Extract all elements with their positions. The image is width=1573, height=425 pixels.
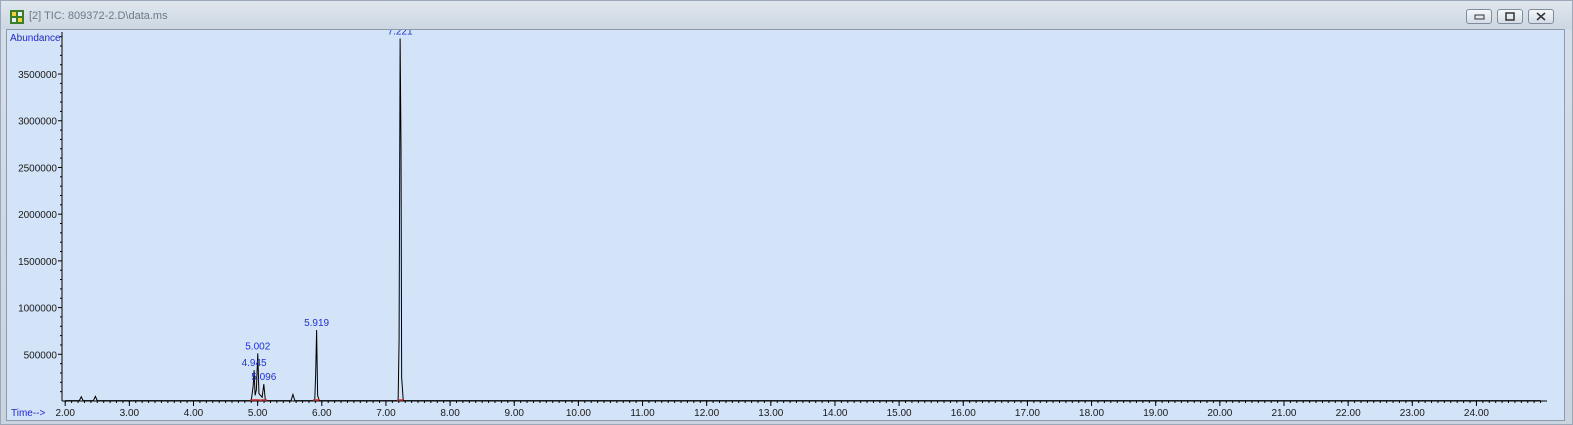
x-tick-label: 16.00 <box>951 408 976 419</box>
title-bar[interactable]: [2] TIC: 809372-2.D\data.ms <box>1 1 1572 29</box>
x-axis-title: Time--> <box>11 408 46 419</box>
x-tick-label: 8.00 <box>440 408 460 419</box>
minimize-icon <box>1474 14 1485 20</box>
app-icon <box>10 10 24 24</box>
minimize-button[interactable] <box>1466 9 1492 24</box>
y-tick-label: 3500000 <box>18 70 57 81</box>
x-tick-label: 17.00 <box>1015 408 1040 419</box>
plot-area[interactable]: Abundance Time--> 500000 1000000 1500000 2000… <box>6 29 1565 421</box>
y-tick-label: 1500000 <box>18 257 57 268</box>
peak-label: 5.002 <box>245 341 270 352</box>
restore-icon <box>1505 12 1515 21</box>
peak-label: 5.919 <box>304 318 329 329</box>
peak-label: 5.096 <box>251 372 276 383</box>
y-tick-label: 3000000 <box>18 117 57 128</box>
restore-button[interactable] <box>1497 9 1523 24</box>
x-tick-label: 12.00 <box>694 408 719 419</box>
close-icon <box>1536 12 1546 21</box>
x-tick-label: 14.00 <box>822 408 847 419</box>
x-tick-label: 3.00 <box>120 408 140 419</box>
x-tick-label: 6.00 <box>312 408 332 419</box>
y-axis-title: Abundance <box>10 33 61 44</box>
x-tick-label: 20.00 <box>1207 408 1232 419</box>
x-tick-label: 23.00 <box>1400 408 1425 419</box>
x-tick-label: 11.00 <box>630 408 655 419</box>
x-tick-label: 19.00 <box>1143 408 1168 419</box>
chromatogram-window: [2] TIC: 809372-2.D\data.ms Abundance Tim… <box>0 0 1573 425</box>
x-tick-label: 15.00 <box>887 408 912 419</box>
y-tick-label: 2000000 <box>18 210 57 221</box>
x-tick-label: 9.00 <box>505 408 525 419</box>
x-tick-label: 22.00 <box>1336 408 1361 419</box>
y-tick-label: 1000000 <box>18 304 57 315</box>
window-title: [2] TIC: 809372-2.D\data.ms <box>29 10 168 22</box>
close-button[interactable] <box>1528 9 1554 24</box>
chromatogram-chart: Abundance Time--> 500000 1000000 1500000 2000… <box>10 30 1547 419</box>
x-tick-label: 18.00 <box>1079 408 1104 419</box>
x-tick-label: 2.00 <box>55 408 75 419</box>
y-tick-label: 500000 <box>24 350 58 361</box>
x-tick-label: 13.00 <box>758 408 783 419</box>
x-tick-label: 7.00 <box>376 408 396 419</box>
y-tick-label: 2500000 <box>18 163 57 174</box>
tic-trace <box>65 38 1541 402</box>
x-tick-label: 21.00 <box>1271 408 1296 419</box>
x-tick-label: 5.00 <box>248 408 268 419</box>
x-tick-label: 10.00 <box>566 408 591 419</box>
peak-label: 7.221 <box>388 30 413 38</box>
x-tick-label: 4.00 <box>184 408 204 419</box>
x-tick-label: 24.00 <box>1464 408 1489 419</box>
peak-label: 4.945 <box>242 358 267 369</box>
